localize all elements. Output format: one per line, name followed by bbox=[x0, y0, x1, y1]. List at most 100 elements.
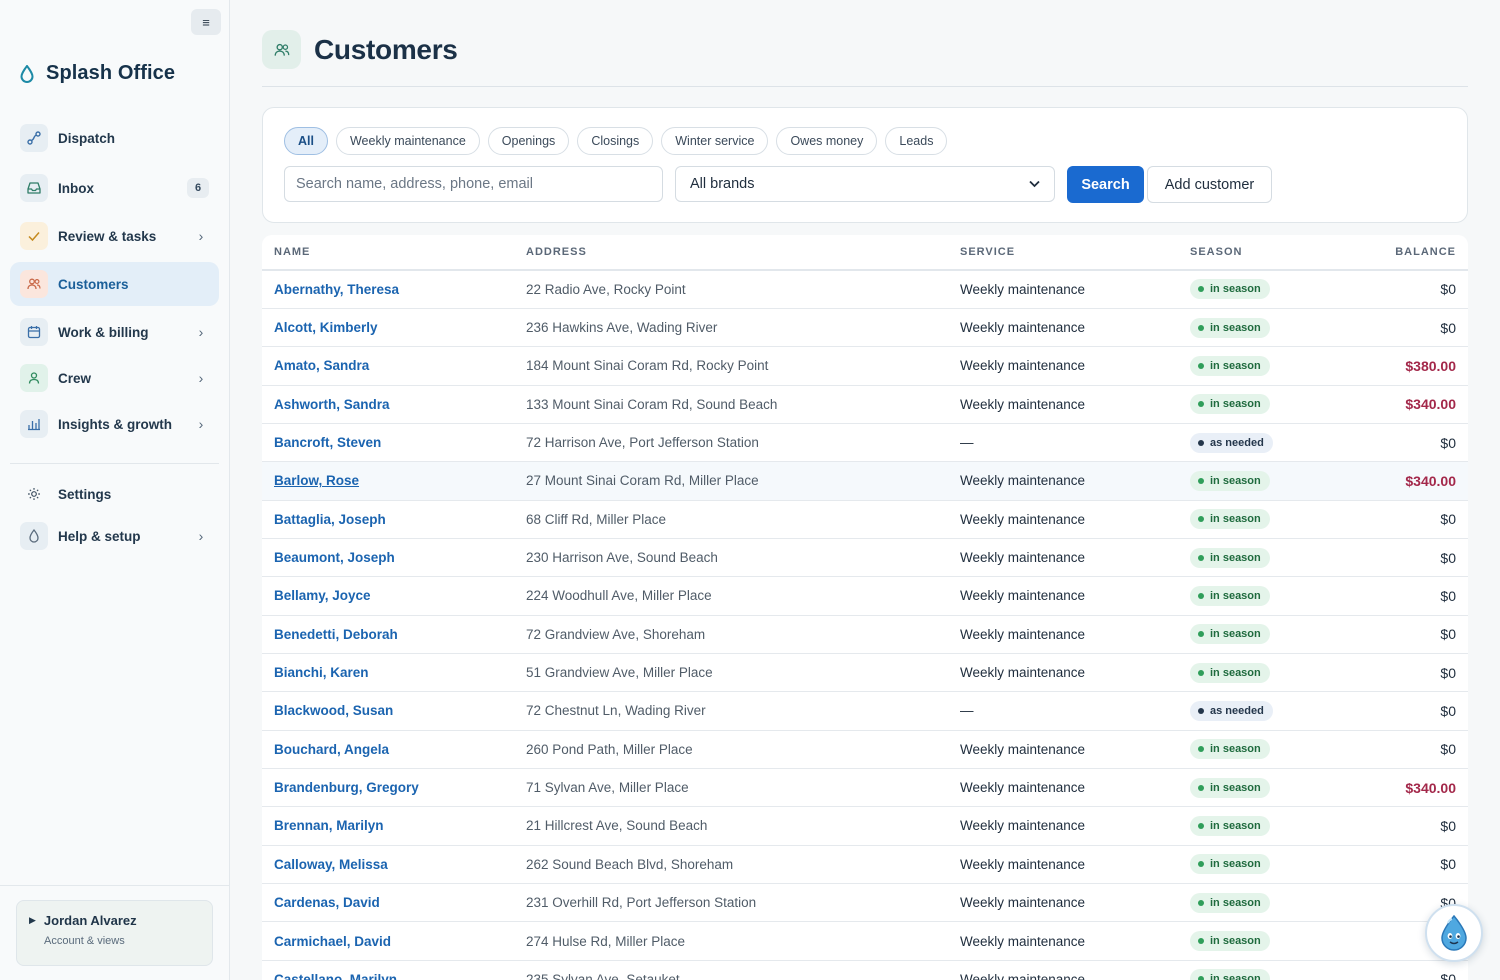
sidebar-item-work-billing[interactable]: Work & billing › bbox=[10, 310, 219, 354]
column-header-season[interactable]: SEASON bbox=[1178, 235, 1318, 271]
table-row[interactable]: Carmichael, David 274 Hulse Rd, Miller Pl… bbox=[262, 921, 1468, 961]
sidebar-item-customers[interactable]: Customers bbox=[10, 262, 219, 306]
status-dot-icon bbox=[1198, 746, 1204, 753]
cell-address: 51 Grandview Ave, Miller Place bbox=[514, 653, 948, 693]
customer-address: 72 Harrison Ave, Port Jefferson Station bbox=[526, 435, 759, 451]
cell-address: 184 Mount Sinai Coram Rd, Rocky Point bbox=[514, 346, 948, 386]
cell-service: Weekly maintenance bbox=[948, 921, 1178, 961]
add-customer-button[interactable]: Add customer bbox=[1147, 166, 1272, 203]
customer-link[interactable]: Ashworth, Sandra bbox=[274, 397, 390, 412]
cell-address: 68 Cliff Rd, Miller Place bbox=[514, 500, 948, 539]
assistant-button[interactable] bbox=[1425, 904, 1483, 962]
column-header-address[interactable]: ADDRESS bbox=[514, 235, 948, 271]
cell-season: in season bbox=[1178, 768, 1318, 808]
customer-link[interactable]: Alcott, Kimberly bbox=[274, 320, 378, 335]
chevron-right-icon: › bbox=[198, 416, 204, 432]
cell-season: in season bbox=[1178, 730, 1318, 769]
table-row[interactable]: Cardenas, David 231 Overhill Rd, Port Jef… bbox=[262, 883, 1468, 923]
sidebar-item-dispatch[interactable]: Dispatch bbox=[10, 116, 219, 160]
table-row[interactable]: Blackwood, Susan 72 Chestnut Ln, Wading R… bbox=[262, 691, 1468, 731]
cell-name: Benedetti, Deborah bbox=[262, 615, 514, 654]
table-row[interactable]: Benedetti, Deborah 72 Grandview Ave, Shor… bbox=[262, 615, 1468, 654]
customer-service: Weekly maintenance bbox=[960, 511, 1086, 527]
table-row[interactable]: Calloway, Melissa 262 Sound Beach Blvd, S… bbox=[262, 845, 1468, 885]
customer-link[interactable]: Cardenas, David bbox=[274, 895, 380, 910]
sidebar-item-label: Work & billing bbox=[58, 324, 149, 340]
users-icon bbox=[20, 270, 48, 298]
customer-link[interactable]: Bianchi, Karen bbox=[274, 665, 369, 680]
table-row[interactable]: Battaglia, Joseph 68 Cliff Rd, Miller Pla… bbox=[262, 500, 1468, 539]
sidebar-item-label: Settings bbox=[58, 486, 112, 502]
season-badge: in season bbox=[1190, 470, 1270, 491]
season-label: in season bbox=[1210, 551, 1261, 564]
table-row[interactable]: Bouchard, Angela 260 Pond Path, Miller Pl… bbox=[262, 730, 1468, 769]
sidebar-item-review-tasks[interactable]: Review & tasks › bbox=[10, 214, 219, 258]
sidebar-item-label: Inbox bbox=[58, 180, 94, 196]
column-header-service[interactable]: SERVICE bbox=[948, 235, 1178, 271]
chip-winter-service[interactable]: Winter service bbox=[661, 127, 769, 155]
search-input[interactable] bbox=[284, 166, 663, 202]
sidebar-item-help-setup[interactable]: Help & setup › bbox=[10, 514, 219, 558]
cell-name: Bianchi, Karen bbox=[262, 653, 514, 693]
sidebar-item-inbox[interactable]: Inbox 6 bbox=[10, 166, 219, 210]
column-header-name[interactable]: NAME bbox=[262, 235, 514, 271]
table-row[interactable]: Alcott, Kimberly 236 Hawkins Ave, Wading … bbox=[262, 308, 1468, 348]
status-dot-icon bbox=[1198, 477, 1204, 484]
sidebar-item-insights-growth[interactable]: Insights & growth › bbox=[10, 402, 219, 446]
cell-address: 262 Sound Beach Blvd, Shoreham bbox=[514, 845, 948, 885]
cell-name: Bancroft, Steven bbox=[262, 423, 514, 463]
customer-link[interactable]: Castellano, Marilyn bbox=[274, 972, 397, 980]
table-row[interactable]: Brennan, Marilyn 21 Hillcrest Ave, Sound … bbox=[262, 806, 1468, 846]
status-dot-icon bbox=[1198, 822, 1204, 829]
customer-link[interactable]: Amato, Sandra bbox=[274, 358, 369, 373]
sidebar-item-settings[interactable]: Settings bbox=[10, 472, 219, 516]
filter-chips: All Weekly maintenance Openings Closings… bbox=[284, 127, 948, 155]
chip-all[interactable]: All bbox=[284, 127, 328, 155]
sidebar-item-crew[interactable]: Crew › bbox=[10, 356, 219, 400]
table-row[interactable]: Abernathy, Theresa 22 Radio Ave, Rocky Po… bbox=[262, 270, 1468, 309]
customer-link[interactable]: Blackwood, Susan bbox=[274, 703, 393, 718]
customer-link[interactable]: Benedetti, Deborah bbox=[274, 627, 398, 642]
chip-weekly-maintenance[interactable]: Weekly maintenance bbox=[335, 127, 480, 155]
customer-link[interactable]: Battaglia, Joseph bbox=[274, 512, 386, 527]
chip-owes-money[interactable]: Owes money bbox=[776, 127, 878, 155]
table-row[interactable]: Bancroft, Steven 72 Harrison Ave, Port Je… bbox=[262, 423, 1468, 463]
chip-closings[interactable]: Closings bbox=[577, 127, 654, 155]
customer-link[interactable]: Brandenburg, Gregory bbox=[274, 780, 419, 795]
brand-select[interactable]: All brands bbox=[675, 166, 1055, 202]
table-row[interactable]: Ashworth, Sandra 133 Mount Sinai Coram Rd… bbox=[262, 385, 1468, 424]
customer-link[interactable]: Bancroft, Steven bbox=[274, 435, 381, 450]
table-row[interactable]: Castellano, Marilyn 235 Sylvan Ave, Setau… bbox=[262, 960, 1468, 980]
table-row[interactable]: Brandenburg, Gregory 71 Sylvan Ave, Mille… bbox=[262, 768, 1468, 808]
customer-link[interactable]: Abernathy, Theresa bbox=[274, 282, 399, 297]
chip-leads[interactable]: Leads bbox=[885, 127, 948, 155]
cell-season: in season bbox=[1178, 845, 1318, 885]
table-row[interactable]: Bellamy, Joyce 224 Woodhull Ave, Miller P… bbox=[262, 576, 1468, 616]
customer-address: 260 Pond Path, Miller Place bbox=[526, 741, 693, 757]
gear-icon bbox=[20, 480, 48, 508]
search-button[interactable]: Search bbox=[1067, 166, 1144, 203]
table-row[interactable]: Beaumont, Joseph 230 Harrison Ave, Sound … bbox=[262, 538, 1468, 578]
customer-link[interactable]: Brennan, Marilyn bbox=[274, 818, 384, 833]
customer-balance: $0 bbox=[1440, 971, 1456, 980]
cell-address: 72 Harrison Ave, Port Jefferson Station bbox=[514, 423, 948, 463]
chip-openings[interactable]: Openings bbox=[487, 127, 570, 155]
cell-season: in season bbox=[1178, 385, 1318, 424]
customer-link[interactable]: Beaumont, Joseph bbox=[274, 550, 395, 565]
cell-name: Abernathy, Theresa bbox=[262, 270, 514, 309]
table-row[interactable]: Amato, Sandra 184 Mount Sinai Coram Rd, R… bbox=[262, 346, 1468, 386]
season-badge: in season bbox=[1190, 279, 1270, 300]
account-menu[interactable]: ▶ Jordan Alvarez Account & views bbox=[16, 900, 213, 966]
season-badge: in season bbox=[1190, 815, 1270, 836]
customer-link[interactable]: Calloway, Melissa bbox=[274, 857, 388, 872]
customer-service: Weekly maintenance bbox=[960, 396, 1086, 412]
customer-link[interactable]: Bellamy, Joyce bbox=[274, 588, 371, 603]
collapse-sidebar-button[interactable]: ≡ bbox=[191, 9, 221, 35]
customer-link[interactable]: Bouchard, Angela bbox=[274, 742, 389, 757]
column-header-balance[interactable]: BALANCE bbox=[1318, 235, 1468, 271]
table-row[interactable]: Bianchi, Karen 51 Grandview Ave, Miller P… bbox=[262, 653, 1468, 693]
customer-link[interactable]: Barlow, Rose bbox=[274, 473, 359, 488]
customer-link[interactable]: Carmichael, David bbox=[274, 934, 391, 949]
table-row[interactable]: Barlow, Rose 27 Mount Sinai Coram Rd, Mil… bbox=[262, 461, 1468, 501]
customer-address: 230 Harrison Ave, Sound Beach bbox=[526, 550, 718, 566]
